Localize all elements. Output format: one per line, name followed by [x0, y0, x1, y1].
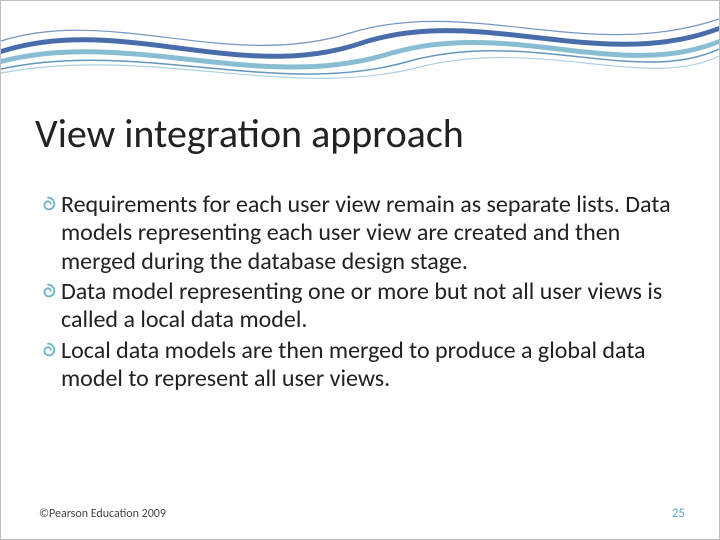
- swirl-bullet-icon: [39, 195, 61, 213]
- swirl-bullet-icon: [39, 282, 61, 300]
- page-number: 25: [672, 506, 685, 521]
- bullet-item: Data model representing one or more but …: [39, 278, 681, 335]
- footer-copyright: ©Pearson Education 2009: [39, 507, 166, 521]
- bullet-item: Requirements for each user view remain a…: [39, 191, 681, 276]
- bullet-text: Requirements for each user view remain a…: [61, 191, 681, 276]
- decorative-wave-band: [1, 1, 719, 91]
- bullet-text: Local data models are then merged to pro…: [61, 337, 681, 394]
- slide-title: View integration approach: [35, 109, 685, 158]
- swirl-bullet-icon: [39, 341, 61, 359]
- bullet-text: Data model representing one or more but …: [61, 278, 681, 335]
- wave-icon: [1, 1, 719, 91]
- slide-body: Requirements for each user view remain a…: [39, 191, 681, 395]
- bullet-item: Local data models are then merged to pro…: [39, 337, 681, 394]
- slide: View integration approach Requirements f…: [0, 0, 720, 540]
